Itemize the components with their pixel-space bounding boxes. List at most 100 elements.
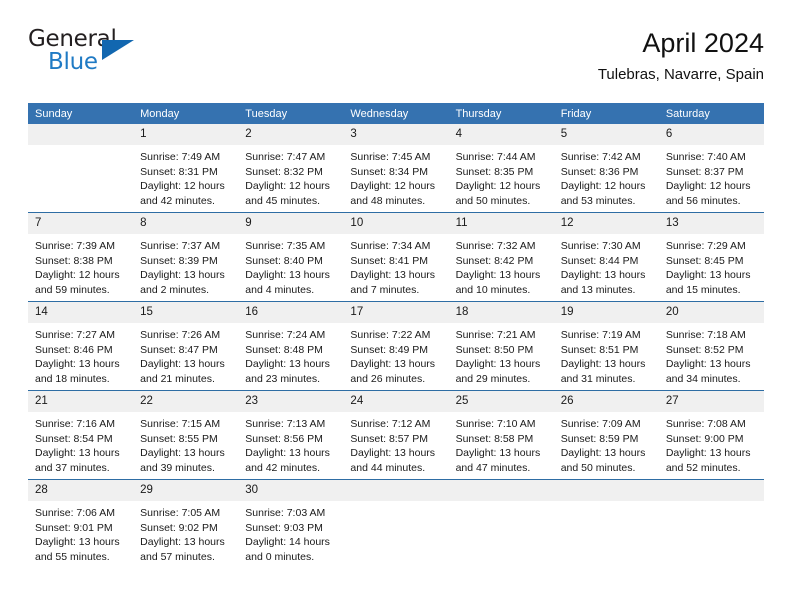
calendar-day-cell[interactable]: 11 Sunrise: 7:32 AM Sunset: 8:42 PM Dayligh…	[448, 212, 554, 302]
calendar-day-cell[interactable]: 8 Sunrise: 7:37 AM Sunset: 8:39 PM Daylight…	[133, 212, 239, 302]
calendar-day-cell[interactable]: 14 Sunrise: 7:27 AM Sunset: 8:46 PM Dayligh…	[28, 301, 134, 391]
calendar-day-cell[interactable]: 15 Sunrise: 7:26 AM Sunset: 8:47 PM Dayligh…	[133, 301, 239, 391]
day-details: Sunrise: 7:39 AM Sunset: 8:38 PM Daylight:…	[28, 234, 133, 297]
day-cell-inner: 14 Sunrise: 7:27 AM Sunset: 8:46 PM Dayligh…	[28, 302, 134, 390]
day-number: 6	[658, 124, 764, 145]
daylight-text-line1: Daylight: 13 hours	[140, 536, 225, 549]
day-cell-inner: 5 Sunrise: 7:42 AM Sunset: 8:36 PM Daylight…	[553, 124, 659, 212]
day-number: 10	[343, 213, 449, 234]
calendar-day-cell[interactable]: 30 Sunrise: 7:03 AM Sunset: 9:03 PM Dayligh…	[238, 479, 344, 568]
daylight-text-line1: Daylight: 13 hours	[245, 447, 330, 460]
daylight-text-line1: Daylight: 12 hours	[35, 269, 120, 282]
calendar-day-cell[interactable]: 27 Sunrise: 7:08 AM Sunset: 9:00 PM Dayligh…	[658, 390, 764, 480]
day-cell-inner: 10 Sunrise: 7:34 AM Sunset: 8:41 PM Dayligh…	[343, 213, 449, 301]
sunrise-text: Sunrise: 7:34 AM	[350, 240, 431, 252]
day-number: 7	[28, 213, 134, 234]
day-number: 29	[133, 480, 239, 501]
day-details: Sunrise: 7:27 AM Sunset: 8:46 PM Daylight:…	[28, 323, 133, 386]
calendar-day-cell[interactable]: 21 Sunrise: 7:16 AM Sunset: 8:54 PM Dayligh…	[28, 390, 134, 480]
daylight-text-line2: and 34 minutes.	[665, 372, 741, 385]
day-details: Sunrise: 7:40 AM Sunset: 8:37 PM Daylight:…	[659, 145, 764, 208]
calendar-day-cell[interactable]: 9 Sunrise: 7:35 AM Sunset: 8:40 PM Daylight…	[238, 212, 344, 302]
day-details: Sunrise: 7:10 AM Sunset: 8:58 PM Daylight:…	[449, 412, 554, 475]
calendar-week-row: 14 Sunrise: 7:27 AM Sunset: 8:46 PM Dayligh…	[28, 301, 764, 391]
daylight-text-line2: and 18 minutes.	[35, 372, 110, 385]
sunrise-text: Sunrise: 7:05 AM	[140, 507, 221, 519]
daylight-text-line1: Daylight: 13 hours	[35, 536, 120, 549]
daylight-text-line1: Daylight: 13 hours	[140, 447, 225, 460]
sunrise-text: Sunrise: 7:09 AM	[560, 418, 641, 430]
daylight-text-line1: Daylight: 13 hours	[140, 269, 225, 282]
calendar-day-cell[interactable]: 16 Sunrise: 7:24 AM Sunset: 8:48 PM Dayligh…	[238, 301, 344, 391]
calendar-day-cell[interactable]: 23 Sunrise: 7:13 AM Sunset: 8:56 PM Dayligh…	[238, 390, 344, 480]
daylight-text-line2: and 10 minutes.	[455, 283, 531, 296]
calendar-day-cell[interactable]: 12 Sunrise: 7:30 AM Sunset: 8:44 PM Dayligh…	[553, 212, 659, 302]
calendar-day-cell[interactable]: 19 Sunrise: 7:19 AM Sunset: 8:51 PM Dayligh…	[553, 301, 659, 391]
day-details: Sunrise: 7:32 AM Sunset: 8:42 PM Daylight:…	[449, 234, 554, 297]
day-cell-inner	[658, 480, 764, 568]
daylight-text-line2: and 26 minutes.	[350, 372, 426, 385]
calendar-day-cell-empty	[28, 124, 134, 213]
sunset-text: Sunset: 8:32 PM	[245, 165, 323, 178]
calendar-day-cell[interactable]: 6 Sunrise: 7:40 AM Sunset: 8:37 PM Daylight…	[658, 124, 764, 213]
calendar-day-cell[interactable]: 25 Sunrise: 7:10 AM Sunset: 8:58 PM Dayligh…	[448, 390, 554, 480]
day-details: Sunrise: 7:08 AM Sunset: 9:00 PM Daylight:…	[659, 412, 764, 475]
sunrise-text: Sunrise: 7:24 AM	[245, 329, 326, 341]
calendar-day-cell[interactable]: 1 Sunrise: 7:49 AM Sunset: 8:31 PM Daylight…	[133, 124, 239, 213]
sunset-text: Sunset: 8:35 PM	[455, 165, 534, 178]
day-cell-inner: 8 Sunrise: 7:37 AM Sunset: 8:39 PM Daylight…	[133, 213, 239, 301]
day-number	[658, 480, 764, 501]
calendar-day-cell-empty	[553, 479, 659, 568]
day-cell-inner: 25 Sunrise: 7:10 AM Sunset: 8:58 PM Dayligh…	[448, 391, 554, 479]
daylight-text-line2: and 31 minutes.	[560, 372, 636, 385]
day-details: Sunrise: 7:42 AM Sunset: 8:36 PM Daylight:…	[554, 145, 659, 208]
weekday-header-sunday: Sunday	[28, 103, 134, 124]
sunrise-text: Sunrise: 7:21 AM	[455, 329, 536, 341]
calendar-day-cell[interactable]: 24 Sunrise: 7:12 AM Sunset: 8:57 PM Dayligh…	[343, 390, 449, 480]
day-details: Sunrise: 7:44 AM Sunset: 8:35 PM Daylight:…	[449, 145, 554, 208]
sunset-text: Sunset: 8:47 PM	[140, 343, 218, 356]
weekday-header-thursday: Thursday	[448, 103, 554, 124]
day-details: Sunrise: 7:29 AM Sunset: 8:45 PM Daylight:…	[659, 234, 764, 297]
calendar-day-cell[interactable]: 29 Sunrise: 7:05 AM Sunset: 9:02 PM Dayligh…	[133, 479, 239, 568]
day-cell-inner: 6 Sunrise: 7:40 AM Sunset: 8:37 PM Daylight…	[658, 124, 764, 212]
day-number: 24	[343, 391, 449, 412]
sunrise-text: Sunrise: 7:10 AM	[455, 418, 536, 430]
calendar-day-cell[interactable]: 22 Sunrise: 7:15 AM Sunset: 8:55 PM Dayligh…	[133, 390, 239, 480]
daylight-text-line1: Daylight: 13 hours	[140, 358, 225, 371]
calendar-day-cell[interactable]: 10 Sunrise: 7:34 AM Sunset: 8:41 PM Dayligh…	[343, 212, 449, 302]
calendar-day-cell[interactable]: 28 Sunrise: 7:06 AM Sunset: 9:01 PM Dayligh…	[28, 479, 134, 568]
day-cell-inner: 28 Sunrise: 7:06 AM Sunset: 9:01 PM Dayligh…	[28, 480, 134, 568]
calendar-day-cell[interactable]: 26 Sunrise: 7:09 AM Sunset: 8:59 PM Dayligh…	[553, 390, 659, 480]
sunset-text: Sunset: 8:31 PM	[140, 165, 218, 178]
brand-logo[interactable]: General Blue	[28, 26, 148, 84]
calendar-day-cell[interactable]: 7 Sunrise: 7:39 AM Sunset: 8:38 PM Daylight…	[28, 212, 134, 302]
sunrise-text: Sunrise: 7:37 AM	[140, 240, 221, 252]
daylight-text-line2: and 50 minutes.	[455, 194, 531, 207]
day-cell-inner	[448, 480, 554, 568]
daylight-text-line2: and 50 minutes.	[560, 461, 636, 474]
sunrise-text: Sunrise: 7:12 AM	[350, 418, 431, 430]
calendar-day-cell[interactable]: 18 Sunrise: 7:21 AM Sunset: 8:50 PM Dayligh…	[448, 301, 554, 391]
sunrise-text: Sunrise: 7:44 AM	[455, 151, 536, 163]
day-cell-inner: 23 Sunrise: 7:13 AM Sunset: 8:56 PM Dayligh…	[238, 391, 344, 479]
daylight-text-line1: Daylight: 13 hours	[455, 447, 541, 460]
day-details: Sunrise: 7:45 AM Sunset: 8:34 PM Daylight:…	[343, 145, 448, 208]
daylight-text-line2: and 56 minutes.	[665, 194, 741, 207]
calendar-day-cell[interactable]: 13 Sunrise: 7:29 AM Sunset: 8:45 PM Dayligh…	[658, 212, 764, 302]
daylight-text-line2: and 21 minutes.	[140, 372, 215, 385]
calendar-day-cell[interactable]: 20 Sunrise: 7:18 AM Sunset: 8:52 PM Dayligh…	[658, 301, 764, 391]
day-cell-inner: 3 Sunrise: 7:45 AM Sunset: 8:34 PM Daylight…	[343, 124, 449, 212]
sunrise-text: Sunrise: 7:29 AM	[665, 240, 746, 252]
day-cell-inner: 11 Sunrise: 7:32 AM Sunset: 8:42 PM Dayligh…	[448, 213, 554, 301]
calendar-day-cell[interactable]: 3 Sunrise: 7:45 AM Sunset: 8:34 PM Daylight…	[343, 124, 449, 213]
calendar-day-cell[interactable]: 2 Sunrise: 7:47 AM Sunset: 8:32 PM Daylight…	[238, 124, 344, 213]
day-number	[28, 124, 134, 145]
day-details: Sunrise: 7:22 AM Sunset: 8:49 PM Daylight:…	[343, 323, 448, 386]
daylight-text-line1: Daylight: 12 hours	[140, 180, 225, 193]
calendar-day-cell[interactable]: 5 Sunrise: 7:42 AM Sunset: 8:36 PM Daylight…	[553, 124, 659, 213]
calendar-day-cell[interactable]: 17 Sunrise: 7:22 AM Sunset: 8:49 PM Dayligh…	[343, 301, 449, 391]
sunrise-text: Sunrise: 7:32 AM	[455, 240, 536, 252]
daylight-text-line2: and 39 minutes.	[140, 461, 215, 474]
calendar-day-cell[interactable]: 4 Sunrise: 7:44 AM Sunset: 8:35 PM Daylight…	[448, 124, 554, 213]
